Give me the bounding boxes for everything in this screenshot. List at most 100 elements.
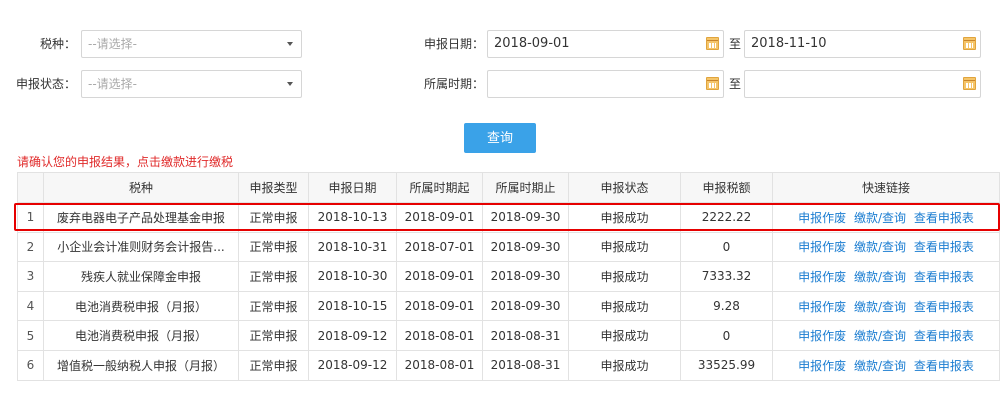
calendar-icon[interactable] [706, 77, 719, 90]
declare-date-from-input[interactable]: 2018-09-01 [487, 30, 724, 58]
calendar-icon[interactable] [706, 37, 719, 50]
col-header-end[interactable]: 所属时期止 [482, 172, 569, 203]
row-tax: 增值税一般纳税人申报（月报） [43, 349, 239, 381]
row-index: 5 [17, 320, 44, 351]
view-link[interactable]: 查看申报表 [914, 329, 974, 343]
declare-date-from-value: 2018-09-01 [494, 36, 570, 51]
row-status: 申报成功 [568, 320, 681, 351]
row-start: 2018-08-01 [396, 349, 483, 381]
calendar-icon[interactable] [963, 37, 976, 50]
view-link[interactable]: 查看申报表 [914, 240, 974, 254]
void-link[interactable]: 申报作废 [798, 211, 846, 225]
row-status: 申报成功 [568, 202, 681, 233]
row-type: 正常申报 [238, 231, 309, 263]
filter-row-2: 申报状态： --请选择- 所属时期： 至 [0, 70, 1000, 98]
filter-row-1: 税种： --请选择- 申报日期： 2018-09-01 至 2018-11-10 [0, 30, 1000, 58]
table-row[interactable]: 6 增值税一般纳税人申报（月报） 正常申报 2018-09-12 2018-08… [17, 349, 1000, 381]
void-link[interactable]: 申报作废 [798, 359, 846, 373]
chevron-down-icon [287, 42, 293, 46]
row-amount: 2222.22 [680, 202, 773, 233]
col-header-links: 快速链接 [772, 172, 1000, 203]
row-tax: 电池消费税申报（月报） [43, 290, 239, 322]
row-links: 申报作废 缴款/查询 查看申报表 [772, 202, 1000, 233]
query-button[interactable]: 查询 [464, 123, 536, 153]
row-type: 正常申报 [238, 290, 309, 322]
chevron-down-icon [287, 82, 293, 86]
declare-date-to-input[interactable]: 2018-11-10 [744, 30, 981, 58]
row-end: 2018-08-31 [482, 349, 569, 381]
table-row[interactable]: 1 废弃电器电子产品处理基金申报 正常申报 2018-10-13 2018-09… [17, 202, 1000, 233]
calendar-icon[interactable] [963, 77, 976, 90]
view-link[interactable]: 查看申报表 [914, 359, 974, 373]
to-label: 至 [729, 77, 742, 91]
row-date: 2018-10-15 [308, 290, 397, 322]
table-header-row: 税种 申报类型 申报日期 所属时期起 所属时期止 申报状态 申报税额 快速链接 [17, 172, 1000, 203]
table-row[interactable]: 2 小企业会计准则财务会计报告... 正常申报 2018-10-31 2018-… [17, 231, 1000, 263]
status-label: 申报状态： [15, 77, 76, 91]
row-status: 申报成功 [568, 290, 681, 322]
col-header-start[interactable]: 所属时期起 [396, 172, 483, 203]
row-amount: 7333.32 [680, 261, 773, 292]
row-start: 2018-07-01 [396, 231, 483, 263]
row-tax: 废弃电器电子产品处理基金申报 [43, 202, 239, 233]
row-links: 申报作废 缴款/查询 查看申报表 [772, 231, 1000, 263]
pay-link[interactable]: 缴款/查询 [854, 300, 906, 314]
declaration-table: 税种 申报类型 申报日期 所属时期起 所属时期止 申报状态 申报税额 快速链接 … [17, 172, 1000, 381]
row-amount: 0 [680, 231, 773, 263]
pay-link[interactable]: 缴款/查询 [854, 270, 906, 284]
to-label: 至 [729, 37, 742, 51]
row-tax: 小企业会计准则财务会计报告... [43, 231, 239, 263]
pay-link[interactable]: 缴款/查询 [854, 211, 906, 225]
period-to-input[interactable] [744, 70, 981, 98]
pay-link[interactable]: 缴款/查询 [854, 329, 906, 343]
col-header-date[interactable]: 申报日期 [308, 172, 397, 203]
view-link[interactable]: 查看申报表 [914, 211, 974, 225]
declare-date-label: 申报日期： [423, 37, 484, 51]
row-links: 申报作废 缴款/查询 查看申报表 [772, 261, 1000, 292]
row-index: 6 [17, 349, 44, 381]
row-amount: 0 [680, 320, 773, 351]
row-tax: 电池消费税申报（月报） [43, 320, 239, 351]
row-amount: 33525.99 [680, 349, 773, 381]
view-link[interactable]: 查看申报表 [914, 300, 974, 314]
col-header-amount[interactable]: 申报税额 [680, 172, 773, 203]
period-from-input[interactable] [487, 70, 724, 98]
row-index: 3 [17, 261, 44, 292]
notice-text: 请确认您的申报结果，点击缴款进行缴税 [17, 155, 234, 169]
table-row[interactable]: 4 电池消费税申报（月报） 正常申报 2018-10-15 2018-09-01… [17, 290, 1000, 322]
row-start: 2018-09-01 [396, 290, 483, 322]
row-type: 正常申报 [238, 320, 309, 351]
row-links: 申报作废 缴款/查询 查看申报表 [772, 290, 1000, 322]
row-start: 2018-08-01 [396, 320, 483, 351]
period-label: 所属时期： [423, 77, 484, 91]
col-header-status[interactable]: 申报状态 [568, 172, 681, 203]
row-type: 正常申报 [238, 261, 309, 292]
void-link[interactable]: 申报作废 [798, 300, 846, 314]
col-header-tax[interactable]: 税种 [43, 172, 239, 203]
table-row[interactable]: 3 残疾人就业保障金申报 正常申报 2018-10-30 2018-09-01 … [17, 261, 1000, 292]
row-end: 2018-09-30 [482, 290, 569, 322]
pay-link[interactable]: 缴款/查询 [854, 359, 906, 373]
status-select[interactable]: --请选择- [81, 70, 302, 98]
view-link[interactable]: 查看申报表 [914, 270, 974, 284]
void-link[interactable]: 申报作废 [798, 270, 846, 284]
pay-link[interactable]: 缴款/查询 [854, 240, 906, 254]
row-amount: 9.28 [680, 290, 773, 322]
row-tax: 残疾人就业保障金申报 [43, 261, 239, 292]
row-index: 1 [17, 202, 44, 233]
row-start: 2018-09-01 [396, 261, 483, 292]
status-placeholder: --请选择- [88, 77, 137, 91]
void-link[interactable]: 申报作废 [798, 329, 846, 343]
tax-type-label: 税种： [39, 37, 76, 51]
tax-type-placeholder: --请选择- [88, 37, 137, 51]
row-status: 申报成功 [568, 231, 681, 263]
row-type: 正常申报 [238, 202, 309, 233]
row-date: 2018-10-31 [308, 231, 397, 263]
row-status: 申报成功 [568, 261, 681, 292]
row-date: 2018-10-30 [308, 261, 397, 292]
tax-type-select[interactable]: --请选择- [81, 30, 302, 58]
col-header-type[interactable]: 申报类型 [238, 172, 309, 203]
row-index: 4 [17, 290, 44, 322]
table-row[interactable]: 5 电池消费税申报（月报） 正常申报 2018-09-12 2018-08-01… [17, 320, 1000, 351]
void-link[interactable]: 申报作废 [798, 240, 846, 254]
